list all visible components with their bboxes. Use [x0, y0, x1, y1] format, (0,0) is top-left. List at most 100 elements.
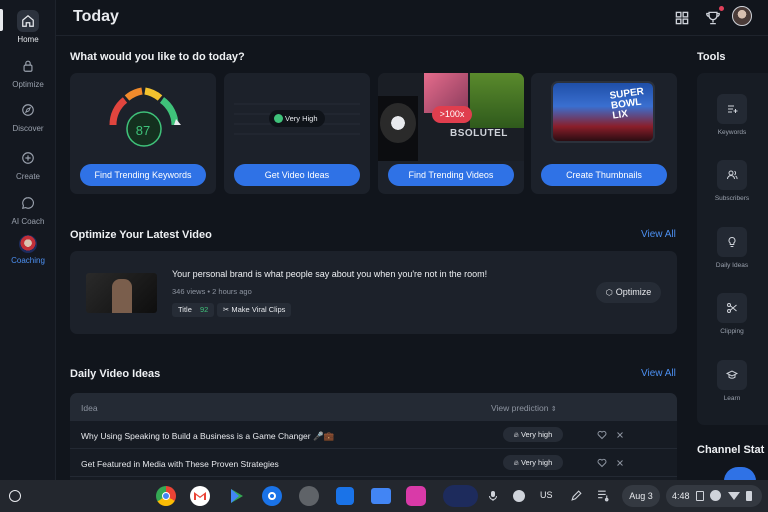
sidebar-item-create[interactable]: Create: [0, 147, 56, 181]
find-trending-videos-button[interactable]: Find Trending Videos: [388, 164, 514, 186]
files-icon[interactable]: [371, 488, 391, 504]
heart-icon[interactable]: [597, 430, 607, 440]
sort-icon: ⇕: [550, 406, 557, 413]
prediction-badge: 🔥︎ Very high: [503, 427, 563, 442]
sparkle-icon: ⬡: [605, 288, 613, 297]
users-icon: [727, 170, 738, 180]
keyword-score-gauge: [109, 87, 181, 147]
camera-icon[interactable]: [262, 486, 282, 506]
ideas-table: Idea View prediction ⇕ Why Using Speakin…: [70, 393, 677, 480]
col-view-prediction[interactable]: View prediction ⇕: [491, 403, 557, 413]
trend-up-icon: [274, 114, 283, 123]
create-thumbnails-button[interactable]: Create Thumbnails: [541, 164, 667, 186]
card-trending-videos[interactable]: >100x BSOLUTEL Find Trending Videos: [378, 73, 524, 194]
gmail-icon[interactable]: [190, 486, 210, 506]
sidebar-item-label: Home: [17, 35, 39, 44]
optimize-title: Optimize Your Latest Video: [70, 229, 212, 241]
sidebar-item-home[interactable]: Home: [0, 10, 56, 44]
sidebar-item-coaching[interactable]: Coaching: [0, 235, 56, 265]
tool-keywords[interactable]: Keywords: [717, 94, 747, 136]
os-taskbar: US Aug 3 4:48: [0, 480, 768, 512]
keyword-score: 87: [135, 123, 151, 138]
tablet-app-icon[interactable]: [336, 487, 354, 505]
card-video-ideas[interactable]: Very High Get Video Ideas: [224, 73, 370, 194]
app-icon[interactable]: [406, 486, 426, 506]
stylus-icon[interactable]: [570, 489, 583, 502]
compass-icon: [17, 99, 39, 121]
browser-tab-thumbnail[interactable]: [443, 485, 478, 507]
tool-daily-ideas[interactable]: Daily Ideas: [716, 227, 748, 269]
scissors-icon: [727, 303, 737, 313]
title-score: 92: [199, 305, 209, 314]
flame-icon: 🔥︎: [513, 432, 519, 439]
keywords-icon: [728, 105, 738, 113]
playlist-icon[interactable]: [597, 489, 610, 502]
title-score-chip[interactable]: Title 92: [172, 303, 215, 317]
sidebar-item-label: Create: [15, 172, 40, 181]
actions-title: What would you like to do today?: [70, 51, 245, 63]
trophy-icon[interactable]: [704, 9, 722, 27]
video-title: Your personal brand is what people say a…: [172, 269, 488, 279]
lock-icon: [17, 55, 39, 77]
dismiss-icon[interactable]: [615, 430, 625, 440]
sidebar: Home Optimize Discover Create AI Coach C…: [0, 0, 56, 480]
tools-panel: Keywords Subscribers Daily Ideas Clippin…: [697, 73, 768, 425]
notification-count-icon: [710, 490, 721, 501]
chrome-icon[interactable]: [156, 486, 176, 506]
coaching-avatar-icon: [19, 235, 37, 253]
table-row[interactable]: Why Using Speaking to Build a Business i…: [70, 421, 677, 449]
thumbnail-preview: SUPER BOWL LIX: [553, 83, 653, 141]
battery-icon: [746, 491, 752, 501]
video-meta: 346 views • 2 hours ago: [172, 287, 252, 296]
make-viral-clips-chip[interactable]: ✂ Make Viral Clips: [217, 303, 292, 317]
notification-dot: [719, 6, 724, 11]
card-trending-keywords[interactable]: 87 Find Trending Keywords: [70, 73, 216, 194]
sidebar-item-label: Optimize: [12, 80, 44, 89]
table-row[interactable]: Get Featured in Media with These Proven …: [70, 449, 677, 477]
wifi-icon: [728, 492, 740, 500]
thumbnail-text: SUPER BOWL LIX: [608, 86, 645, 122]
sidebar-item-ai-coach[interactable]: AI Coach: [0, 192, 56, 226]
microphone-icon[interactable]: [487, 490, 499, 502]
assistant-icon[interactable]: [513, 490, 525, 502]
status-tray[interactable]: 4:48: [666, 485, 762, 507]
optimize-button[interactable]: ⬡ Optimize: [596, 282, 661, 303]
ideas-view-all-link[interactable]: View All: [641, 368, 676, 379]
optimize-view-all-link[interactable]: View All: [641, 229, 676, 240]
scissors-icon: ✂: [223, 305, 230, 314]
latest-video-card: Your personal brand is what people say a…: [70, 251, 677, 334]
sidebar-item-discover[interactable]: Discover: [0, 99, 56, 133]
video-collage: >100x BSOLUTEL: [378, 73, 524, 161]
avatar[interactable]: [732, 6, 752, 26]
channel-stats-title: Channel Stat: [697, 444, 765, 456]
tool-clipping[interactable]: Clipping: [717, 293, 747, 335]
video-thumbnail[interactable]: [86, 273, 157, 313]
play-store-icon[interactable]: [227, 486, 247, 506]
top-header: Today: [56, 0, 768, 36]
calculator-icon[interactable]: [299, 486, 319, 506]
chat-icon: [17, 192, 39, 214]
sidebar-item-optimize[interactable]: Optimize: [0, 55, 56, 89]
col-idea: Idea: [81, 403, 98, 413]
find-trending-keywords-button[interactable]: Find Trending Keywords: [80, 164, 206, 186]
graduation-cap-icon: [725, 370, 739, 379]
clipboard-icon: [696, 491, 704, 501]
keyboard-layout[interactable]: US: [540, 490, 553, 500]
plus-circle-icon: [17, 147, 39, 169]
card-create-thumbnails[interactable]: SUPER BOWL LIX Create Thumbnails: [531, 73, 677, 194]
tool-learn[interactable]: Learn: [717, 360, 747, 402]
launcher-icon[interactable]: [9, 490, 21, 502]
idea-text: Get Featured in Media with These Proven …: [81, 459, 279, 469]
video-thumbnail-text: BSOLUTEL: [450, 128, 508, 139]
sidebar-item-label: AI Coach: [11, 217, 45, 226]
dismiss-icon[interactable]: [615, 458, 625, 468]
grid-icon[interactable]: [673, 9, 691, 27]
tool-subscribers[interactable]: Subscribers: [715, 160, 749, 202]
sidebar-item-label: Discover: [12, 124, 44, 133]
table-header: Idea View prediction ⇕: [70, 393, 677, 421]
page-title: Today: [73, 8, 119, 25]
get-video-ideas-button[interactable]: Get Video Ideas: [234, 164, 360, 186]
heart-icon[interactable]: [597, 458, 607, 468]
ideas-title: Daily Video Ideas: [70, 368, 161, 380]
date-pill[interactable]: Aug 3: [622, 485, 660, 507]
